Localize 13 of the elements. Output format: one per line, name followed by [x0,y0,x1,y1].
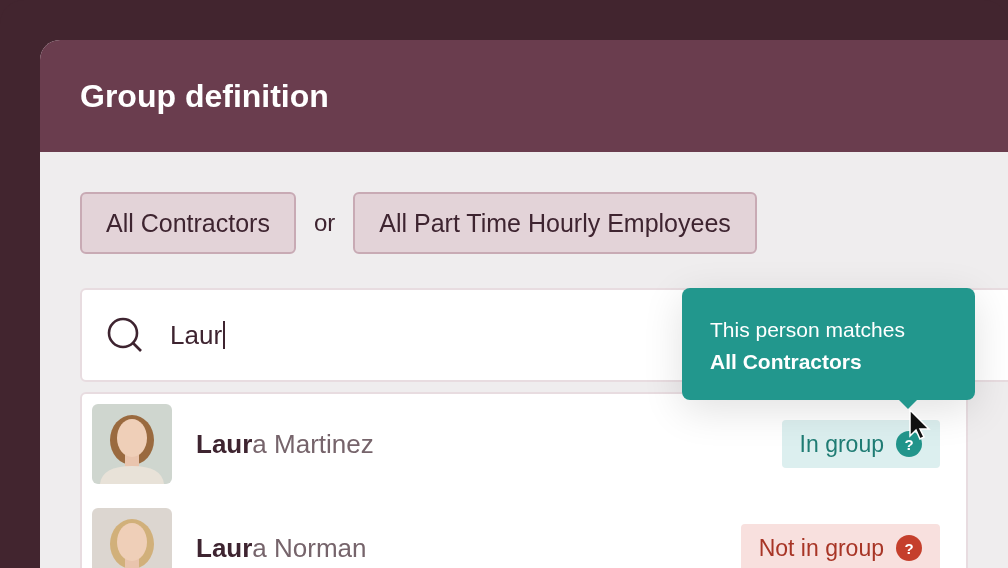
criteria-chip[interactable]: All Contractors [80,192,296,254]
search-icon [106,316,144,354]
tooltip-text: This person matches [710,317,906,343]
tooltip-group: All Contractors [710,346,947,378]
help-icon[interactable]: ? [896,535,922,561]
person-name[interactable]: Laura Norman [196,532,717,564]
status-label: Not in group [758,534,884,562]
criteria-chip[interactable]: All Part Time Hourly Employees [353,192,757,254]
joiner-text: or [313,209,336,237]
help-icon[interactable]: ? [896,431,922,457]
dialog-title: Group definition [80,77,329,115]
person-name[interactable]: Laura Martinez [196,428,758,460]
status-label: In group [799,430,884,458]
